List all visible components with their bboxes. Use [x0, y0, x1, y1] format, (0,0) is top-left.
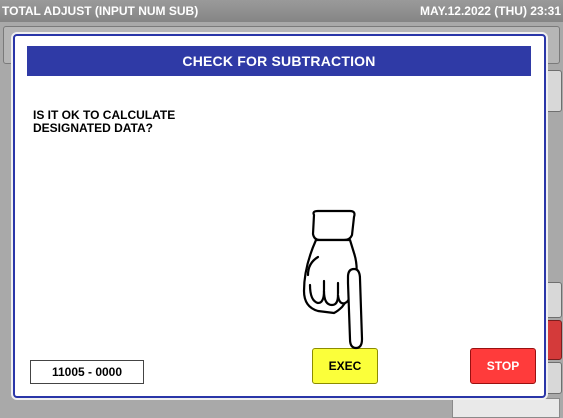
pointing-hand-icon	[302, 209, 364, 350]
stop-button[interactable]: STOP	[470, 348, 536, 384]
message-line-2: DESIGNATED DATA?	[33, 121, 153, 135]
background-side-tab	[544, 70, 562, 112]
exec-button[interactable]: EXEC	[312, 348, 378, 384]
background-side-tab	[544, 282, 562, 318]
background-side-red-tab	[544, 320, 562, 360]
confirm-dialog: CHECK FOR SUBTRACTION IS IT OK TO CALCUL…	[13, 34, 546, 398]
data-code-field: 11005 - 0000	[30, 360, 144, 384]
date-time: MAY.12.2022 (THU) 23:31	[420, 4, 561, 18]
background-side-tab	[544, 362, 562, 394]
screen-title: TOTAL ADJUST (INPUT NUM SUB)	[2, 4, 199, 18]
title-bar: TOTAL ADJUST (INPUT NUM SUB) MAY.12.2022…	[0, 0, 563, 22]
dialog-message: IS IT OK TO CALCULATE DESIGNATED DATA?	[33, 109, 333, 135]
background-strip	[452, 398, 560, 418]
dialog-title: CHECK FOR SUBTRACTION	[27, 46, 531, 76]
